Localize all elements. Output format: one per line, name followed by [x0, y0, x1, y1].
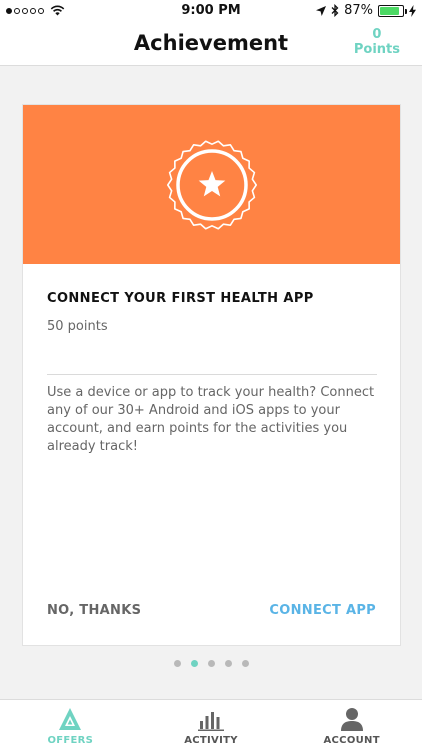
- location-arrow-icon: [316, 5, 327, 16]
- achievement-title: CONNECT YOUR FIRST HEALTH APP: [47, 291, 314, 306]
- battery-percent: 87%: [344, 3, 373, 18]
- tab-account[interactable]: ACCOUNT: [281, 700, 422, 750]
- bluetooth-icon: [331, 4, 339, 17]
- tab-bar: OFFERS ACTIVITY ACCOUNT: [0, 699, 422, 750]
- nav-bar: Achievement 0 Points: [0, 22, 422, 66]
- charging-bolt-icon: [409, 4, 416, 17]
- page-dot[interactable]: [224, 660, 232, 667]
- page-dot[interactable]: [173, 660, 181, 667]
- page-dot[interactable]: [207, 660, 215, 667]
- points-counter[interactable]: 0 Points: [354, 27, 400, 57]
- battery-icon: [378, 4, 407, 17]
- page-indicator: [0, 660, 422, 667]
- offers-icon: [59, 708, 82, 730]
- points-value: 0: [372, 27, 382, 42]
- tab-label: ACTIVITY: [184, 735, 238, 746]
- connect-app-button[interactable]: CONNECT APP: [269, 603, 376, 618]
- battery-fill: [380, 6, 400, 15]
- achievement-hero: [23, 105, 400, 264]
- tab-activity[interactable]: ACTIVITY: [141, 700, 282, 750]
- activity-icon: [198, 712, 224, 731]
- status-bar: 9:00 PM 87%: [0, 0, 422, 22]
- tab-label: OFFERS: [47, 735, 94, 746]
- tab-label: ACCOUNT: [323, 735, 380, 746]
- achievement-points: 50 points: [47, 319, 108, 334]
- achievement-description: Use a device or app to track your health…: [47, 385, 375, 454]
- page-dot[interactable]: [241, 660, 249, 667]
- status-right: 87%: [311, 3, 416, 18]
- star-badge-icon: [167, 140, 257, 230]
- no-thanks-button[interactable]: NO, THANKS: [47, 603, 141, 618]
- divider: [47, 374, 377, 375]
- page-dot[interactable]: [190, 660, 198, 667]
- points-label: Points: [353, 42, 400, 57]
- achievement-card: CONNECT YOUR FIRST HEALTH APP 50 points …: [22, 104, 401, 646]
- account-icon: [340, 708, 363, 731]
- tab-offers[interactable]: OFFERS: [0, 700, 141, 750]
